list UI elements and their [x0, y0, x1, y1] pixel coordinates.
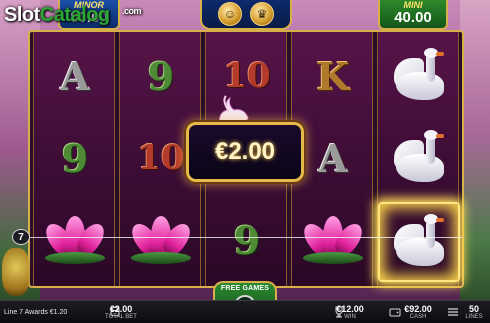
top-ornament: ☺ ♛ — [200, 0, 292, 30]
win-label: WIN — [344, 314, 356, 320]
jackpot-mini: MINI 40.00 — [378, 0, 448, 30]
background-right — [460, 0, 490, 300]
watermark-catalog: Catalog — [39, 4, 110, 26]
symbol-swan — [378, 36, 460, 116]
symbol-swan-highlighted — [378, 202, 460, 282]
swan-icon — [388, 128, 450, 188]
lines-label: LINES — [465, 314, 483, 320]
win-value: €12.00 — [336, 304, 364, 314]
symbol-lotus — [34, 200, 116, 280]
slotcatalog-watermark: SlotCatalog .com — [4, 4, 142, 27]
symbol-king: K — [292, 36, 374, 116]
reel-1: A 9 — [33, 32, 115, 286]
payline-7 — [30, 237, 462, 238]
total-bet-value: €2.00 — [109, 304, 133, 314]
symbol-nine: 9 — [34, 118, 116, 198]
watermark-slot: Slot — [4, 4, 40, 26]
lines-count[interactable]: 50 LINES — [458, 304, 490, 321]
symbol-nine: 9 — [206, 200, 288, 280]
lotus-icon — [127, 216, 195, 264]
line-award-status: Line 7 Awards €1.20 — [4, 309, 68, 316]
symbol-text: 9 — [147, 53, 175, 99]
symbol-ace: A — [292, 118, 374, 198]
symbol-text: A — [318, 135, 348, 181]
lines-value: 50 — [468, 304, 479, 314]
win-total: €12.00 WIN — [326, 304, 374, 321]
symbol-text: K — [316, 53, 350, 99]
symbol-lotus — [292, 200, 374, 280]
game-logo-icon — [2, 248, 30, 296]
symbol-text: 10 — [223, 56, 271, 96]
free-games-label: FREE GAMES — [220, 285, 270, 292]
swan-medallion-icon: ♛ — [250, 2, 274, 26]
princess-medallion-icon: ☺ — [218, 2, 242, 26]
win-popup: €2.00 — [186, 122, 304, 182]
bottom-bar: Line 7 Awards €1.20 €2.00 TOTAL BET €12.… — [0, 300, 490, 323]
cash-balance: €92.00 CASH — [394, 304, 442, 321]
symbol-swan — [378, 118, 460, 198]
symbol-nine: 9 — [120, 36, 202, 116]
symbol-ace: A — [34, 36, 116, 116]
payline-marker: 7 — [12, 229, 30, 245]
cash-label: CASH — [409, 314, 427, 320]
swan-icon — [388, 46, 450, 106]
swan-icon — [388, 212, 450, 272]
symbol-text: A — [60, 53, 90, 99]
total-bet[interactable]: €2.00 TOTAL BET — [98, 304, 144, 321]
watermark-com: .com — [122, 6, 142, 16]
symbol-text: 9 — [233, 217, 261, 263]
cash-value: €92.00 — [404, 304, 432, 314]
symbol-lotus — [120, 200, 202, 280]
reel-5 — [377, 32, 460, 286]
symbol-text: 9 — [61, 135, 89, 181]
lotus-icon — [299, 216, 367, 264]
symbol-text: 10 — [137, 138, 185, 178]
game-logo — [0, 244, 34, 300]
total-bet-label: TOTAL BET — [105, 314, 137, 320]
jackpot-mini-value: 40.00 — [394, 9, 432, 26]
win-popup-value: €2.00 — [214, 138, 276, 165]
lotus-icon — [41, 216, 109, 264]
